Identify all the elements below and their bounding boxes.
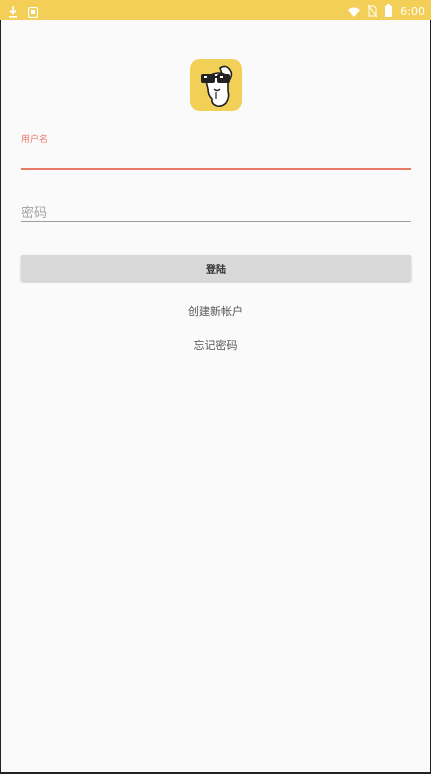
- download-icon: [8, 3, 18, 22]
- wifi-icon: [348, 2, 361, 21]
- frame-left-edge: [0, 20, 1, 774]
- username-label: 用户名: [21, 135, 49, 145]
- no-sim-icon: [367, 2, 378, 21]
- password-placeholder: 密码: [21, 206, 48, 221]
- username-field[interactable]: 用户名: [21, 132, 411, 172]
- battery-icon: [385, 2, 393, 21]
- app-notification-icon: [27, 3, 39, 22]
- status-bar: 6:00: [0, 0, 431, 20]
- username-underline: [21, 168, 411, 170]
- password-underline: [21, 221, 411, 222]
- app-logo: [190, 59, 242, 111]
- password-field[interactable]: 密码: [21, 196, 411, 224]
- forgot-password-link[interactable]: 忘记密码: [0, 337, 431, 353]
- clock: 6:00: [400, 4, 425, 18]
- login-button[interactable]: 登陆: [21, 255, 411, 281]
- create-account-link[interactable]: 创建新帐户: [0, 303, 431, 319]
